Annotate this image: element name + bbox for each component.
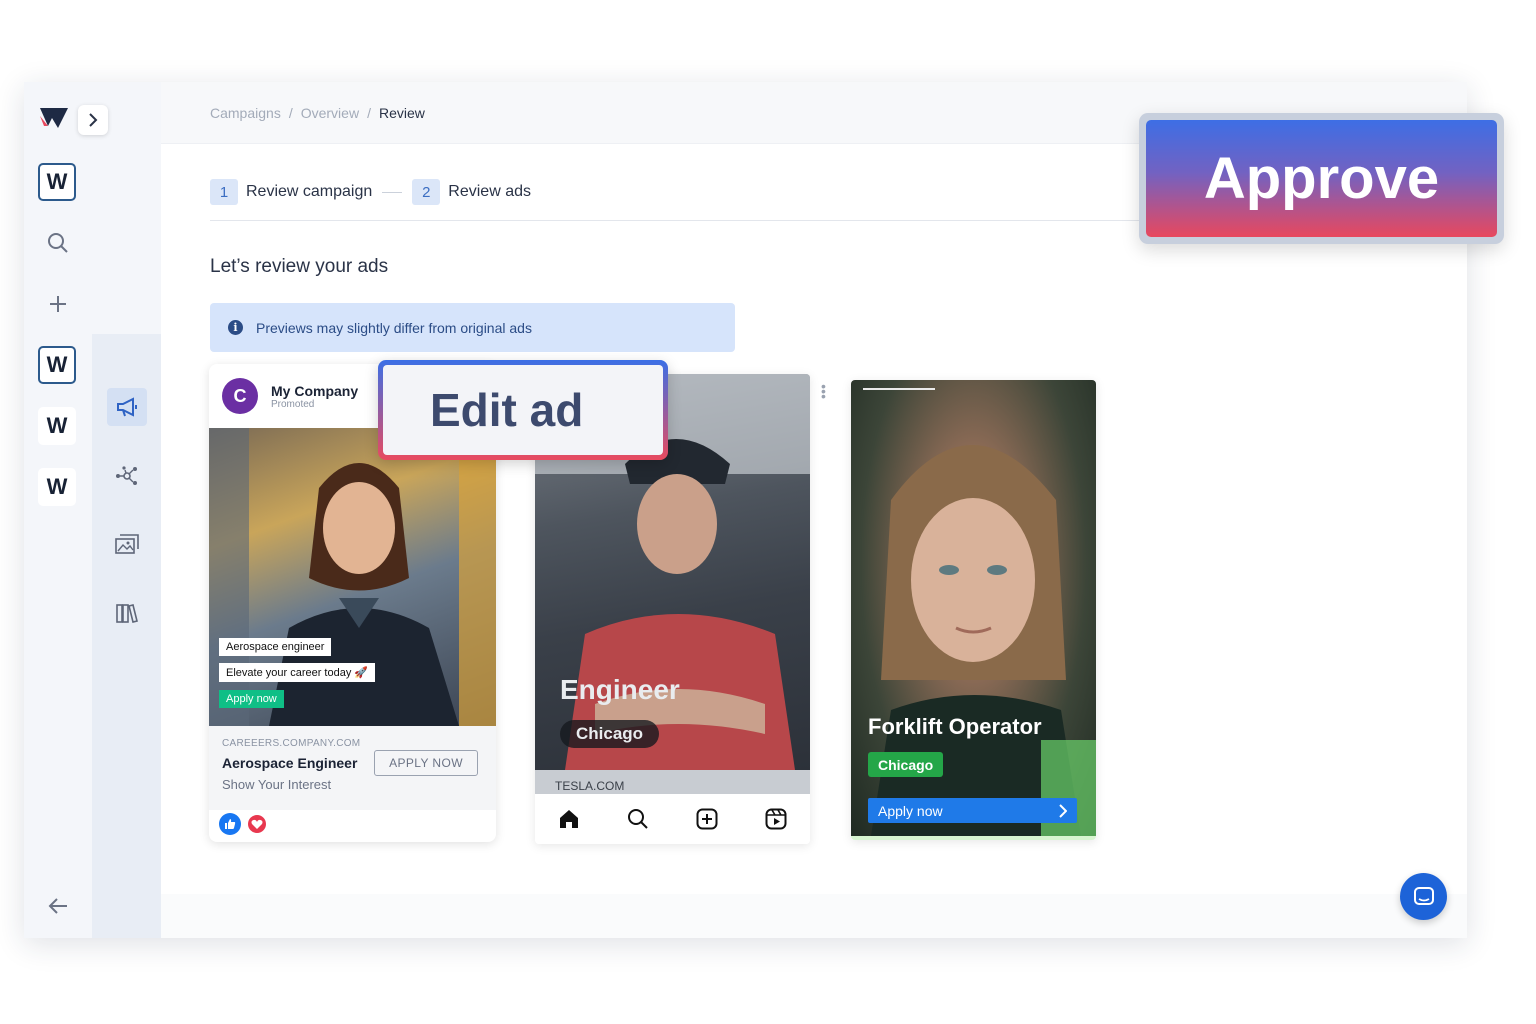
like-icon (219, 813, 241, 835)
ad-title: Aerospace Engineer (222, 755, 358, 771)
reels-icon[interactable] (765, 808, 787, 830)
apply-now-label: Apply now (878, 802, 943, 819)
promoted-label: Promoted (271, 398, 315, 410)
breadcrumb-overview[interactable]: Overview (301, 105, 359, 121)
ad-preview-story[interactable]: Forklift Operator Chicago Apply now (851, 380, 1096, 840)
step-2-number[interactable]: 2 (412, 179, 441, 205)
location-pill: Chicago (560, 720, 660, 748)
overlay-tagline-tag: Elevate your career today 🚀 (219, 663, 376, 682)
info-banner-text: Previews may slightly differ from origin… (256, 319, 532, 336)
divider (210, 220, 1142, 221)
info-banner: i Previews may slightly differ from orig… (210, 303, 735, 352)
breadcrumb: Campaigns / Overview / Review (210, 105, 425, 121)
expand-sidebar-button[interactable] (78, 105, 108, 135)
app-bottom-nav (535, 794, 810, 844)
footer-area (161, 894, 1467, 938)
approve-label: Approve (1203, 146, 1440, 211)
breadcrumb-review: Review (378, 105, 425, 121)
workspace-w-4[interactable]: W (38, 468, 76, 506)
workspace-w-3[interactable]: W (38, 407, 76, 445)
stepper: 1 Review campaign 2 Review ads (210, 179, 531, 205)
home-icon[interactable] (558, 809, 580, 829)
search-icon[interactable] (46, 231, 70, 255)
step-2-label[interactable]: Review ads (448, 183, 531, 201)
edit-ad-label: Edit ad (430, 384, 584, 436)
ad-domain: TESLA.COM (535, 770, 810, 794)
ad-subtitle: Show Your Interest (222, 777, 332, 792)
apply-now-button[interactable]: Apply now (868, 798, 1077, 823)
search-icon[interactable] (627, 808, 649, 830)
app-logo[interactable] (38, 104, 70, 130)
breadcrumb-separator: / (367, 105, 371, 121)
chat-support-button[interactable] (1400, 873, 1447, 920)
overlay-role-tag: Aerospace engineer (219, 638, 332, 656)
library-icon[interactable] (107, 594, 147, 632)
chat-icon (1413, 886, 1434, 905)
ad-headline: Engineer (560, 674, 680, 705)
chevron-right-icon (1059, 803, 1067, 818)
page-title: Let’s review your ads (210, 256, 389, 277)
story-footer-strip (851, 836, 1096, 840)
approve-callout[interactable]: Approve (1139, 113, 1504, 244)
edit-ad-button[interactable]: Edit ad (383, 365, 663, 455)
ad-domain-text: TESLA.COM (555, 779, 625, 793)
heart-icon (246, 813, 268, 835)
avatar: C (222, 378, 258, 414)
location-badge: Chicago (868, 752, 944, 777)
create-post-icon[interactable] (696, 808, 718, 830)
edit-ad-callout[interactable]: Edit ad (378, 360, 668, 460)
approve-button[interactable]: Approve (1146, 120, 1497, 237)
story-progress-bar (863, 388, 935, 390)
chevron-right-icon (89, 113, 98, 127)
more-options-icon[interactable]: • • • (821, 379, 827, 403)
company-name: My Company (271, 382, 359, 399)
add-icon[interactable] (46, 292, 70, 316)
info-icon: i (228, 320, 243, 335)
step-divider (382, 191, 403, 193)
breadcrumb-separator: / (288, 105, 293, 121)
back-arrow-icon[interactable] (44, 892, 72, 920)
overlay-apply-tag: Apply now (219, 690, 284, 708)
step-1-label[interactable]: Review campaign (246, 183, 372, 201)
ad-domain: CAREEERS.COMPANY.COM (222, 738, 361, 749)
ad-headline: Forklift Operator (868, 714, 1042, 739)
apply-now-button[interactable]: APPLY NOW (374, 750, 478, 776)
ad-link-footer: CAREEERS.COMPANY.COM Aerospace Engineer … (209, 726, 496, 810)
ad-image-woman-portrait: Forklift Operator Chicago Apply now (851, 380, 1096, 836)
ad-image-woman-engineer: Aerospace engineer Elevate your career t… (209, 428, 496, 726)
campaigns-megaphone-icon[interactable] (107, 388, 147, 426)
network-icon[interactable] (107, 457, 147, 495)
workspace-w-1[interactable]: W (38, 163, 76, 201)
gallery-icon[interactable] (107, 525, 147, 563)
workspace-rail: W W W W (24, 82, 108, 938)
workspace-w-2-active[interactable]: W (38, 346, 76, 384)
step-1-number[interactable]: 1 (210, 179, 238, 205)
breadcrumb-campaigns[interactable]: Campaigns (210, 105, 281, 121)
